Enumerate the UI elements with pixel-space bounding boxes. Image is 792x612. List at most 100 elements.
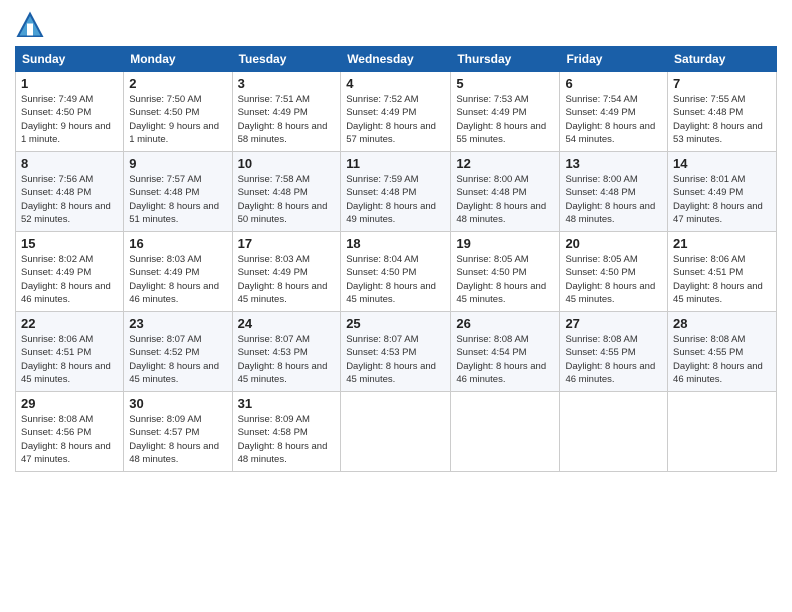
day-number: 14 xyxy=(673,156,771,171)
column-header-tuesday: Tuesday xyxy=(232,47,341,72)
calendar-week-row: 1 Sunrise: 7:49 AMSunset: 4:50 PMDaylight… xyxy=(16,72,777,152)
calendar-day-cell: 9 Sunrise: 7:57 AMSunset: 4:48 PMDaylight… xyxy=(124,152,232,232)
calendar-day-cell xyxy=(451,392,560,472)
calendar-day-cell: 5 Sunrise: 7:53 AMSunset: 4:49 PMDaylight… xyxy=(451,72,560,152)
day-detail: Sunrise: 8:01 AMSunset: 4:49 PMDaylight:… xyxy=(673,173,771,226)
calendar-day-cell: 18 Sunrise: 8:04 AMSunset: 4:50 PMDayligh… xyxy=(341,232,451,312)
calendar-day-cell xyxy=(341,392,451,472)
calendar-day-cell: 7Sunrise: 7:55 AMSunset: 4:48 PMDaylight… xyxy=(668,72,777,152)
day-detail: Sunrise: 7:53 AMSunset: 4:49 PMDaylight:… xyxy=(456,93,554,146)
calendar-day-cell: 4Sunrise: 7:52 AMSunset: 4:49 PMDaylight… xyxy=(341,72,451,152)
day-number: 7 xyxy=(673,76,771,91)
day-detail: Sunrise: 8:08 AMSunset: 4:55 PMDaylight:… xyxy=(565,333,662,386)
day-number: 4 xyxy=(346,76,445,91)
day-number: 30 xyxy=(129,396,226,411)
day-number: 25 xyxy=(346,316,445,331)
calendar-day-cell: 27 Sunrise: 8:08 AMSunset: 4:55 PMDayligh… xyxy=(560,312,668,392)
calendar-day-cell xyxy=(560,392,668,472)
day-number: 8 xyxy=(21,156,118,171)
day-detail: Sunrise: 8:04 AMSunset: 4:50 PMDaylight:… xyxy=(346,253,445,306)
day-detail: Sunrise: 7:49 AMSunset: 4:50 PMDaylight:… xyxy=(21,93,118,146)
day-detail: Sunrise: 7:59 AMSunset: 4:48 PMDaylight:… xyxy=(346,173,445,226)
calendar-day-cell: 8 Sunrise: 7:56 AMSunset: 4:48 PMDaylight… xyxy=(16,152,124,232)
day-number: 23 xyxy=(129,316,226,331)
day-number: 17 xyxy=(238,236,336,251)
day-detail: Sunrise: 8:00 AMSunset: 4:48 PMDaylight:… xyxy=(565,173,662,226)
day-detail: Sunrise: 8:09 AMSunset: 4:57 PMDaylight:… xyxy=(129,413,226,466)
calendar-day-cell: 23 Sunrise: 8:07 AMSunset: 4:52 PMDayligh… xyxy=(124,312,232,392)
day-number: 19 xyxy=(456,236,554,251)
day-detail: Sunrise: 7:51 AMSunset: 4:49 PMDaylight:… xyxy=(238,93,336,146)
day-detail: Sunrise: 8:07 AMSunset: 4:52 PMDaylight:… xyxy=(129,333,226,386)
calendar-day-cell: 22 Sunrise: 8:06 AMSunset: 4:51 PMDayligh… xyxy=(16,312,124,392)
page-header xyxy=(15,10,777,40)
day-number: 27 xyxy=(565,316,662,331)
day-number: 6 xyxy=(565,76,662,91)
calendar-day-cell: 19Sunrise: 8:05 AMSunset: 4:50 PMDayligh… xyxy=(451,232,560,312)
calendar-day-cell: 30 Sunrise: 8:09 AMSunset: 4:57 PMDayligh… xyxy=(124,392,232,472)
logo xyxy=(15,10,49,40)
day-number: 26 xyxy=(456,316,554,331)
calendar-day-cell: 13 Sunrise: 8:00 AMSunset: 4:48 PMDayligh… xyxy=(560,152,668,232)
day-number: 24 xyxy=(238,316,336,331)
day-detail: Sunrise: 8:02 AMSunset: 4:49 PMDaylight:… xyxy=(21,253,118,306)
calendar-day-cell: 1 Sunrise: 7:49 AMSunset: 4:50 PMDaylight… xyxy=(16,72,124,152)
day-detail: Sunrise: 7:56 AMSunset: 4:48 PMDaylight:… xyxy=(21,173,118,226)
day-number: 13 xyxy=(565,156,662,171)
day-number: 5 xyxy=(456,76,554,91)
day-detail: Sunrise: 8:06 AMSunset: 4:51 PMDaylight:… xyxy=(21,333,118,386)
calendar-day-cell: 16 Sunrise: 8:03 AMSunset: 4:49 PMDayligh… xyxy=(124,232,232,312)
day-number: 10 xyxy=(238,156,336,171)
day-detail: Sunrise: 8:09 AMSunset: 4:58 PMDaylight:… xyxy=(238,413,336,466)
day-number: 9 xyxy=(129,156,226,171)
day-detail: Sunrise: 8:08 AMSunset: 4:56 PMDaylight:… xyxy=(21,413,118,466)
logo-icon xyxy=(15,10,45,40)
day-number: 1 xyxy=(21,76,118,91)
calendar-day-cell: 20Sunrise: 8:05 AMSunset: 4:50 PMDayligh… xyxy=(560,232,668,312)
calendar-day-cell: 10 Sunrise: 7:58 AMSunset: 4:48 PMDayligh… xyxy=(232,152,341,232)
day-number: 31 xyxy=(238,396,336,411)
calendar-day-cell: 28 Sunrise: 8:08 AMSunset: 4:55 PMDayligh… xyxy=(668,312,777,392)
calendar-day-cell: 6 Sunrise: 7:54 AMSunset: 4:49 PMDaylight… xyxy=(560,72,668,152)
day-number: 29 xyxy=(21,396,118,411)
day-detail: Sunrise: 7:57 AMSunset: 4:48 PMDaylight:… xyxy=(129,173,226,226)
calendar-day-cell xyxy=(668,392,777,472)
day-number: 11 xyxy=(346,156,445,171)
calendar-day-cell: 15 Sunrise: 8:02 AMSunset: 4:49 PMDayligh… xyxy=(16,232,124,312)
calendar-week-row: 22 Sunrise: 8:06 AMSunset: 4:51 PMDayligh… xyxy=(16,312,777,392)
day-number: 28 xyxy=(673,316,771,331)
day-detail: Sunrise: 8:06 AMSunset: 4:51 PMDaylight:… xyxy=(673,253,771,306)
day-number: 16 xyxy=(129,236,226,251)
day-number: 22 xyxy=(21,316,118,331)
day-detail: Sunrise: 7:54 AMSunset: 4:49 PMDaylight:… xyxy=(565,93,662,146)
calendar-day-cell: 11 Sunrise: 7:59 AMSunset: 4:48 PMDayligh… xyxy=(341,152,451,232)
calendar-day-cell: 29 Sunrise: 8:08 AMSunset: 4:56 PMDayligh… xyxy=(16,392,124,472)
day-detail: Sunrise: 8:08 AMSunset: 4:55 PMDaylight:… xyxy=(673,333,771,386)
calendar-week-row: 29 Sunrise: 8:08 AMSunset: 4:56 PMDayligh… xyxy=(16,392,777,472)
day-number: 18 xyxy=(346,236,445,251)
calendar-day-cell: 26Sunrise: 8:08 AMSunset: 4:54 PMDayligh… xyxy=(451,312,560,392)
day-number: 20 xyxy=(565,236,662,251)
day-detail: Sunrise: 8:03 AMSunset: 4:49 PMDaylight:… xyxy=(129,253,226,306)
calendar-day-cell: 24 Sunrise: 8:07 AMSunset: 4:53 PMDayligh… xyxy=(232,312,341,392)
calendar-day-cell: 2Sunrise: 7:50 AMSunset: 4:50 PMDaylight… xyxy=(124,72,232,152)
day-number: 12 xyxy=(456,156,554,171)
day-detail: Sunrise: 7:50 AMSunset: 4:50 PMDaylight:… xyxy=(129,93,226,146)
day-detail: Sunrise: 8:00 AMSunset: 4:48 PMDaylight:… xyxy=(456,173,554,226)
day-detail: Sunrise: 8:07 AMSunset: 4:53 PMDaylight:… xyxy=(238,333,336,386)
calendar-day-cell: 14 Sunrise: 8:01 AMSunset: 4:49 PMDayligh… xyxy=(668,152,777,232)
column-header-saturday: Saturday xyxy=(668,47,777,72)
column-header-wednesday: Wednesday xyxy=(341,47,451,72)
day-number: 15 xyxy=(21,236,118,251)
calendar-table: SundayMondayTuesdayWednesdayThursdayFrid… xyxy=(15,46,777,472)
column-header-thursday: Thursday xyxy=(451,47,560,72)
calendar-day-cell: 12 Sunrise: 8:00 AMSunset: 4:48 PMDayligh… xyxy=(451,152,560,232)
day-detail: Sunrise: 8:07 AMSunset: 4:53 PMDaylight:… xyxy=(346,333,445,386)
calendar-day-cell: 31 Sunrise: 8:09 AMSunset: 4:58 PMDayligh… xyxy=(232,392,341,472)
day-number: 3 xyxy=(238,76,336,91)
day-detail: Sunrise: 7:58 AMSunset: 4:48 PMDaylight:… xyxy=(238,173,336,226)
page-container: SundayMondayTuesdayWednesdayThursdayFrid… xyxy=(0,0,792,612)
calendar-week-row: 15 Sunrise: 8:02 AMSunset: 4:49 PMDayligh… xyxy=(16,232,777,312)
calendar-header-row: SundayMondayTuesdayWednesdayThursdayFrid… xyxy=(16,47,777,72)
calendar-day-cell: 21Sunrise: 8:06 AMSunset: 4:51 PMDayligh… xyxy=(668,232,777,312)
